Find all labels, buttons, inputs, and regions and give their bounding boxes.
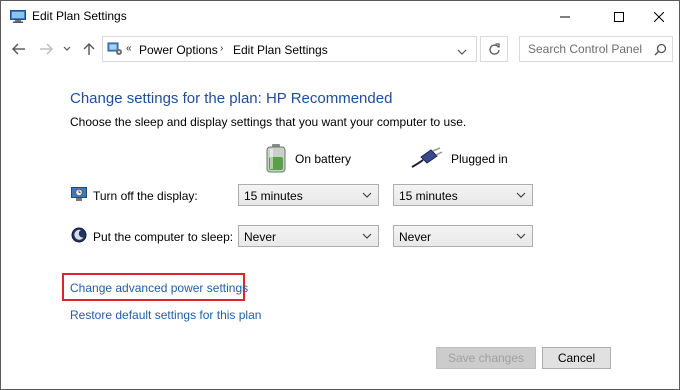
forward-arrow-icon [40,43,53,55]
cancel-button[interactable]: Cancel [542,347,611,369]
refresh-icon [488,42,500,55]
sleep-battery-value: Never [244,230,277,244]
edit-plan-settings-window: Edit Plan Settings « Power Options › Edi… [0,0,680,390]
back-button[interactable] [11,41,27,57]
up-arrow-icon [83,43,95,55]
change-advanced-power-settings-link[interactable]: Change advanced power settings [70,281,248,295]
save-changes-button[interactable]: Save changes [436,347,536,369]
close-icon [654,11,664,22]
search-icon[interactable] [654,43,668,57]
page-description: Choose the sleep and display settings th… [70,115,467,129]
window-title: Edit Plan Settings [32,9,127,23]
minimize-button[interactable] [542,1,588,32]
up-button[interactable] [81,41,97,57]
minimize-icon [560,16,570,17]
battery-icon [265,143,287,176]
column-header-on-battery: On battery [265,143,352,176]
power-plug-icon [411,146,443,172]
chevron-down-icon [362,233,372,239]
chevron-down-icon [63,46,71,51]
breadcrumb-chevron-icon[interactable]: › [220,43,223,54]
sleep-icon [71,227,87,243]
chevron-down-icon [362,192,372,198]
on-battery-label: On battery [295,152,352,166]
refresh-button[interactable] [480,36,508,62]
sleep-battery-select[interactable]: Never [238,225,379,247]
chevron-down-icon [457,49,467,55]
breadcrumb-overflow[interactable]: « [126,43,132,54]
maximize-icon [614,11,624,22]
sleep-plugged-select[interactable]: Never [393,225,533,247]
search-input[interactable] [520,37,650,61]
search-box[interactable] [519,36,673,62]
close-button[interactable] [639,1,679,32]
power-options-icon [10,10,26,23]
address-dropdown-button[interactable] [457,45,469,55]
breadcrumb-power-options[interactable]: Power Options [139,43,218,57]
display-icon [71,186,87,202]
plugged-in-label: Plugged in [451,152,508,166]
turn-off-display-label: Turn off the display: [93,189,198,203]
chevron-down-icon [516,192,526,198]
maximize-button[interactable] [596,1,642,32]
chevron-down-icon [516,233,526,239]
page-title: Change settings for the plan: HP Recomme… [70,90,393,107]
control-panel-icon [107,42,123,56]
display-battery-value: 15 minutes [244,189,303,203]
address-bar[interactable]: « Power Options › Edit Plan Settings [102,36,477,62]
sleep-label: Put the computer to sleep: [93,230,234,244]
forward-button[interactable] [38,41,54,57]
recent-locations-button[interactable] [62,41,72,57]
back-arrow-icon [12,43,25,55]
sleep-plugged-value: Never [399,230,432,244]
display-battery-select[interactable]: 15 minutes [238,184,379,206]
display-plugged-select[interactable]: 15 minutes [393,184,533,206]
column-header-plugged-in: Plugged in [411,144,508,174]
title-bar: Edit Plan Settings [1,1,679,32]
breadcrumb-edit-plan-settings[interactable]: Edit Plan Settings [233,43,328,57]
restore-default-settings-link[interactable]: Restore default settings for this plan [70,308,261,322]
display-plugged-value: 15 minutes [399,189,458,203]
